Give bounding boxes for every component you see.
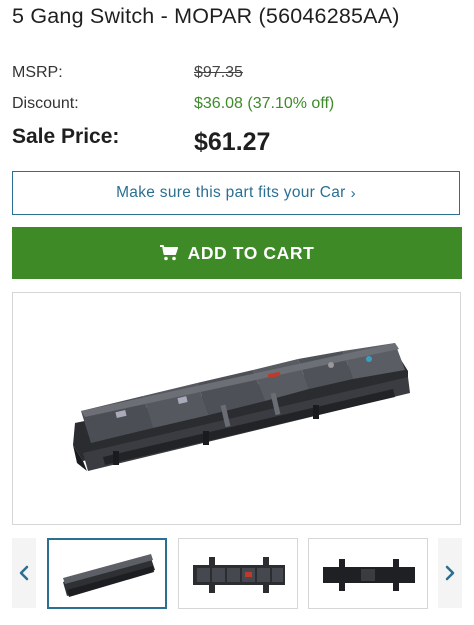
- sale-price-value: $61.27: [194, 128, 271, 156]
- chevron-left-icon: [19, 565, 29, 581]
- switch-panel-image: [73, 343, 410, 471]
- sale-price-label: Sale Price:: [12, 125, 120, 148]
- add-to-cart-label: ADD TO CART: [187, 242, 315, 263]
- add-to-cart-button[interactable]: ADD TO CART: [12, 227, 462, 279]
- chevron-right-icon: ›: [350, 184, 356, 202]
- thumbnail-front-image: [193, 557, 285, 593]
- gallery-thumbnail-back[interactable]: [308, 538, 428, 609]
- thumbnail-back-image: [323, 559, 415, 591]
- thumbnail-angled-image: [63, 554, 155, 597]
- gallery-next-button[interactable]: [438, 538, 462, 608]
- gallery-prev-button[interactable]: [12, 538, 36, 608]
- discount-label: Discount:: [12, 95, 79, 112]
- check-fitment-button[interactable]: Make sure this part fits your Car ›: [12, 171, 460, 215]
- product-title: 5 Gang Switch - MOPAR (56046285AA): [12, 4, 400, 28]
- product-main-image[interactable]: [12, 292, 461, 525]
- msrp-value: $97.35: [194, 64, 243, 81]
- gallery-thumbnail-front[interactable]: [178, 538, 298, 609]
- chevron-right-icon: [445, 565, 455, 581]
- msrp-label: MSRP:: [12, 64, 63, 81]
- shopping-cart-icon: [159, 245, 178, 261]
- check-fitment-label: Make sure this part fits your Car: [116, 184, 346, 201]
- discount-value: $36.08 (37.10% off): [194, 95, 335, 112]
- gallery-thumbnail-angled[interactable]: [47, 538, 167, 609]
